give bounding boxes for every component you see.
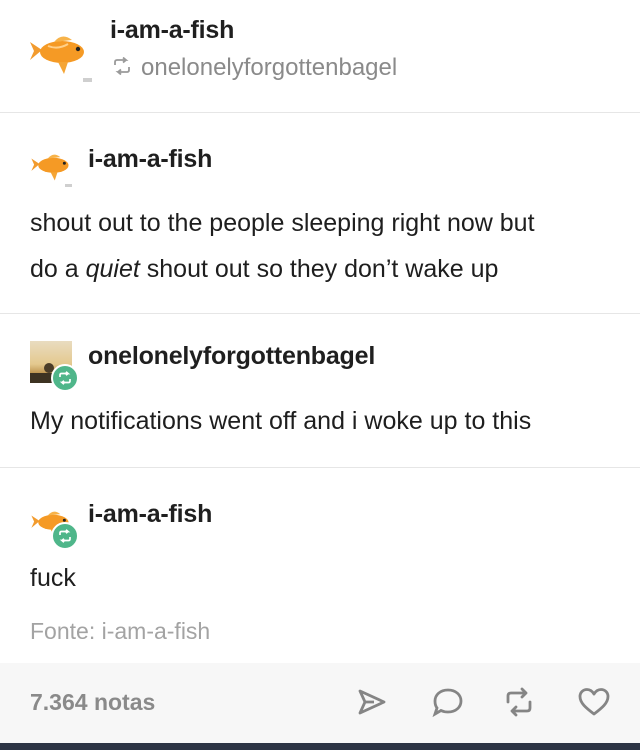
reblog-badge-icon bbox=[51, 522, 79, 550]
post-author-name[interactable]: i-am-a-fish bbox=[110, 16, 234, 45]
divider bbox=[0, 112, 640, 113]
avatar-status-marker bbox=[83, 78, 92, 82]
fish-avatar-icon[interactable] bbox=[30, 150, 74, 182]
bottom-edge-bar bbox=[0, 743, 640, 750]
send-icon[interactable] bbox=[356, 686, 388, 718]
entry-author-name[interactable]: i-am-a-fish bbox=[88, 145, 212, 174]
divider bbox=[0, 313, 640, 314]
entry-text-line: do a quiet shout out so they don’t wake … bbox=[30, 246, 498, 292]
entry-text-line: shout out to the people sleeping right n… bbox=[30, 209, 535, 237]
reply-icon[interactable] bbox=[431, 686, 465, 718]
divider bbox=[0, 467, 640, 468]
reblog-badge-icon bbox=[51, 364, 79, 392]
emphasized-word: quiet bbox=[85, 255, 140, 283]
fish-avatar-icon[interactable] bbox=[28, 30, 92, 76]
source-link[interactable]: Fonte: i-am-a-fish bbox=[30, 618, 210, 645]
entry-text: My notifications went off and i woke up … bbox=[30, 407, 532, 435]
entry-text: fuck bbox=[30, 564, 76, 592]
text-segment: do a bbox=[30, 255, 86, 283]
reblogged-from-name[interactable]: onelonelyforgottenbagel bbox=[141, 54, 397, 82]
entry-author-name[interactable]: i-am-a-fish bbox=[88, 500, 212, 529]
notes-count[interactable]: 7.364 notas bbox=[30, 689, 155, 716]
text-segment: shout out so they don’t wake up bbox=[139, 255, 499, 283]
avatar-status-marker bbox=[65, 184, 72, 187]
like-icon[interactable] bbox=[577, 686, 611, 718]
reblog-icon[interactable] bbox=[502, 686, 536, 718]
reblog-icon bbox=[114, 57, 130, 75]
entry-author-name[interactable]: onelonelyforgottenbagel bbox=[88, 342, 375, 371]
